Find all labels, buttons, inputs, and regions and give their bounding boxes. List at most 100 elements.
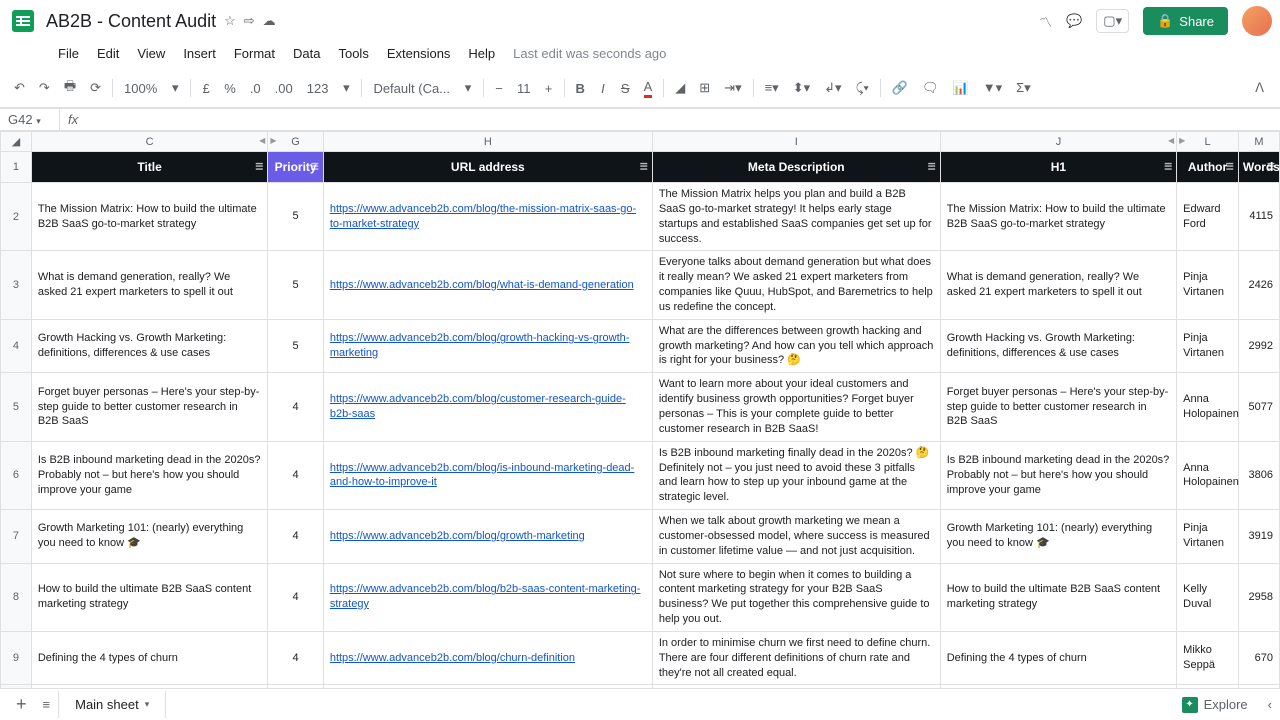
comment-add-button[interactable]: 🗨 xyxy=(916,76,945,100)
print-button[interactable]: 🖶 xyxy=(58,73,82,103)
cloud-icon[interactable]: ☁ xyxy=(263,13,276,29)
sheets-logo-icon[interactable] xyxy=(8,6,38,36)
all-sheets-button[interactable]: ≡ xyxy=(35,693,59,716)
font-size-plus[interactable]: + xyxy=(539,77,559,100)
cell-h1[interactable]: Growth Hacking vs. Growth Marketing: def… xyxy=(940,319,1176,373)
cell-priority[interactable]: 4 xyxy=(268,510,324,564)
font-size-minus[interactable]: − xyxy=(489,77,509,100)
cell-title[interactable]: Growth Marketing 101: (nearly) everythin… xyxy=(31,510,267,564)
cell-meta[interactable]: When we talk about growth marketing we m… xyxy=(652,510,940,564)
cell-meta[interactable]: Want to learn more about your ideal cust… xyxy=(652,373,940,441)
col-head-H[interactable]: H xyxy=(323,132,652,152)
row-head-6[interactable]: 6 xyxy=(1,441,32,509)
row-head-7[interactable]: 7 xyxy=(1,510,32,564)
cell-author[interactable]: Pinja Virtanen xyxy=(1177,319,1239,373)
row-head-5[interactable]: 5 xyxy=(1,373,32,441)
cell-priority[interactable]: 4 xyxy=(268,441,324,509)
share-button[interactable]: 🔒 Share xyxy=(1143,7,1228,35)
cell-meta[interactable]: What are the differences between growth … xyxy=(652,319,940,373)
header-words[interactable]: Words☰ xyxy=(1238,152,1279,183)
filter-icon[interactable]: ☰ xyxy=(1164,162,1172,173)
menu-view[interactable]: View xyxy=(129,42,173,65)
decrease-decimal-button[interactable]: .0 xyxy=(244,77,267,100)
cell-author[interactable]: Kelly Duval xyxy=(1177,563,1239,631)
menu-edit[interactable]: Edit xyxy=(89,42,127,65)
cell-meta[interactable]: Everyone talks about demand generation b… xyxy=(652,251,940,319)
cell-words[interactable]: 2426 xyxy=(1238,251,1279,319)
filter-icon[interactable]: ☰ xyxy=(640,162,648,173)
col-head-L[interactable]: ▶L xyxy=(1177,132,1239,152)
filter-icon[interactable]: ☰ xyxy=(1226,162,1234,173)
text-color-button[interactable]: A xyxy=(638,75,659,102)
cell-words[interactable]: 3919 xyxy=(1238,510,1279,564)
move-icon[interactable]: ⇨ xyxy=(244,13,255,29)
cell-author[interactable]: Edward Ford xyxy=(1177,183,1239,251)
filter-icon[interactable]: ☰ xyxy=(255,162,263,173)
row-head-1[interactable]: 1 xyxy=(1,152,32,183)
cell-words[interactable]: 670 xyxy=(1238,631,1279,685)
strike-button[interactable]: S xyxy=(615,77,636,100)
cell-url[interactable]: https://www.advanceb2b.com/blog/growth-h… xyxy=(323,319,652,373)
cell-h1[interactable]: What is demand generation, really? We as… xyxy=(940,251,1176,319)
h-align-button[interactable]: ≡▾ xyxy=(759,76,785,100)
menu-data[interactable]: Data xyxy=(285,42,328,65)
cell-author[interactable]: Pinja Virtanen xyxy=(1177,510,1239,564)
cell-url[interactable]: https://www.advanceb2b.com/blog/growth-m… xyxy=(323,510,652,564)
bold-button[interactable]: B xyxy=(570,77,591,100)
row-head-8[interactable]: 8 xyxy=(1,563,32,631)
col-head-M[interactable]: M xyxy=(1238,132,1279,152)
filter-icon[interactable]: ☰ xyxy=(928,162,936,173)
percent-button[interactable]: % xyxy=(218,77,242,100)
cell-h1[interactable]: How to build the ultimate B2B SaaS conte… xyxy=(940,563,1176,631)
cell-title[interactable]: Is B2B inbound marketing dead in the 202… xyxy=(31,441,267,509)
redo-button[interactable]: ↷ xyxy=(33,76,56,100)
cell-meta[interactable]: Not sure where to begin when it comes to… xyxy=(652,563,940,631)
undo-button[interactable]: ↶ xyxy=(8,76,31,100)
cell-url[interactable]: https://www.advanceb2b.com/blog/customer… xyxy=(323,373,652,441)
wrap-button[interactable]: ↲▾ xyxy=(818,76,847,100)
font-size[interactable]: 11 xyxy=(511,77,537,100)
row-head-3[interactable]: 3 xyxy=(1,251,32,319)
cell-h1[interactable]: Defining the 4 types of churn xyxy=(940,631,1176,685)
filter-button[interactable]: ▼▾ xyxy=(977,76,1008,100)
header-title[interactable]: Title☰ xyxy=(31,152,267,183)
row-head-9[interactable]: 9 xyxy=(1,631,32,685)
col-head-J[interactable]: ◀J xyxy=(940,132,1176,152)
cell-title[interactable]: Forget buyer personas – Here's your step… xyxy=(31,373,267,441)
rotate-button[interactable]: ⤹▾ xyxy=(850,76,875,100)
cell-priority[interactable]: 4 xyxy=(268,563,324,631)
menu-insert[interactable]: Insert xyxy=(175,42,224,65)
cell-title[interactable]: Defining the 4 types of churn xyxy=(31,631,267,685)
cell-reference[interactable]: G42 ▾ xyxy=(0,109,60,130)
col-head-G[interactable]: ▶G xyxy=(268,132,324,152)
italic-button[interactable]: I xyxy=(593,77,613,100)
trend-icon[interactable]: 〽 xyxy=(1039,12,1052,31)
avatar[interactable] xyxy=(1242,6,1272,36)
explore-button[interactable]: ✦ Explore xyxy=(1172,693,1258,717)
col-head-C[interactable]: ◀C xyxy=(31,132,267,152)
functions-button[interactable]: Σ▾ xyxy=(1010,76,1037,100)
cell-priority[interactable]: 5 xyxy=(268,251,324,319)
cell-title[interactable]: Growth Hacking vs. Growth Marketing: def… xyxy=(31,319,267,373)
borders-button[interactable]: ⊞ xyxy=(693,76,716,100)
cell-priority[interactable]: 5 xyxy=(268,183,324,251)
last-edit[interactable]: Last edit was seconds ago xyxy=(513,46,666,61)
cell-url[interactable]: https://www.advanceb2b.com/blog/what-is-… xyxy=(323,251,652,319)
cell-meta[interactable]: The Mission Matrix helps you plan and bu… xyxy=(652,183,940,251)
cell-h1[interactable]: Is B2B inbound marketing dead in the 202… xyxy=(940,441,1176,509)
merge-button[interactable]: ⇥▾ xyxy=(718,76,747,100)
cell-author[interactable]: Anna Holopainen xyxy=(1177,441,1239,509)
menu-extensions[interactable]: Extensions xyxy=(379,42,459,65)
formula-bar[interactable] xyxy=(86,117,1280,123)
star-icon[interactable]: ☆ xyxy=(224,13,236,29)
cell-url[interactable]: https://www.advanceb2b.com/blog/the-miss… xyxy=(323,183,652,251)
col-head-I[interactable]: I xyxy=(652,132,940,152)
increase-decimal-button[interactable]: .00 xyxy=(269,77,299,100)
cell-url[interactable]: https://www.advanceb2b.com/blog/b2b-saas… xyxy=(323,563,652,631)
header-author[interactable]: Author☰ xyxy=(1177,152,1239,183)
paint-format-button[interactable]: ⟳ xyxy=(84,76,107,100)
cell-words[interactable]: 2958 xyxy=(1238,563,1279,631)
cell-priority[interactable]: 4 xyxy=(268,373,324,441)
fill-color-button[interactable]: ◢ xyxy=(669,76,691,100)
cell-words[interactable]: 3806 xyxy=(1238,441,1279,509)
